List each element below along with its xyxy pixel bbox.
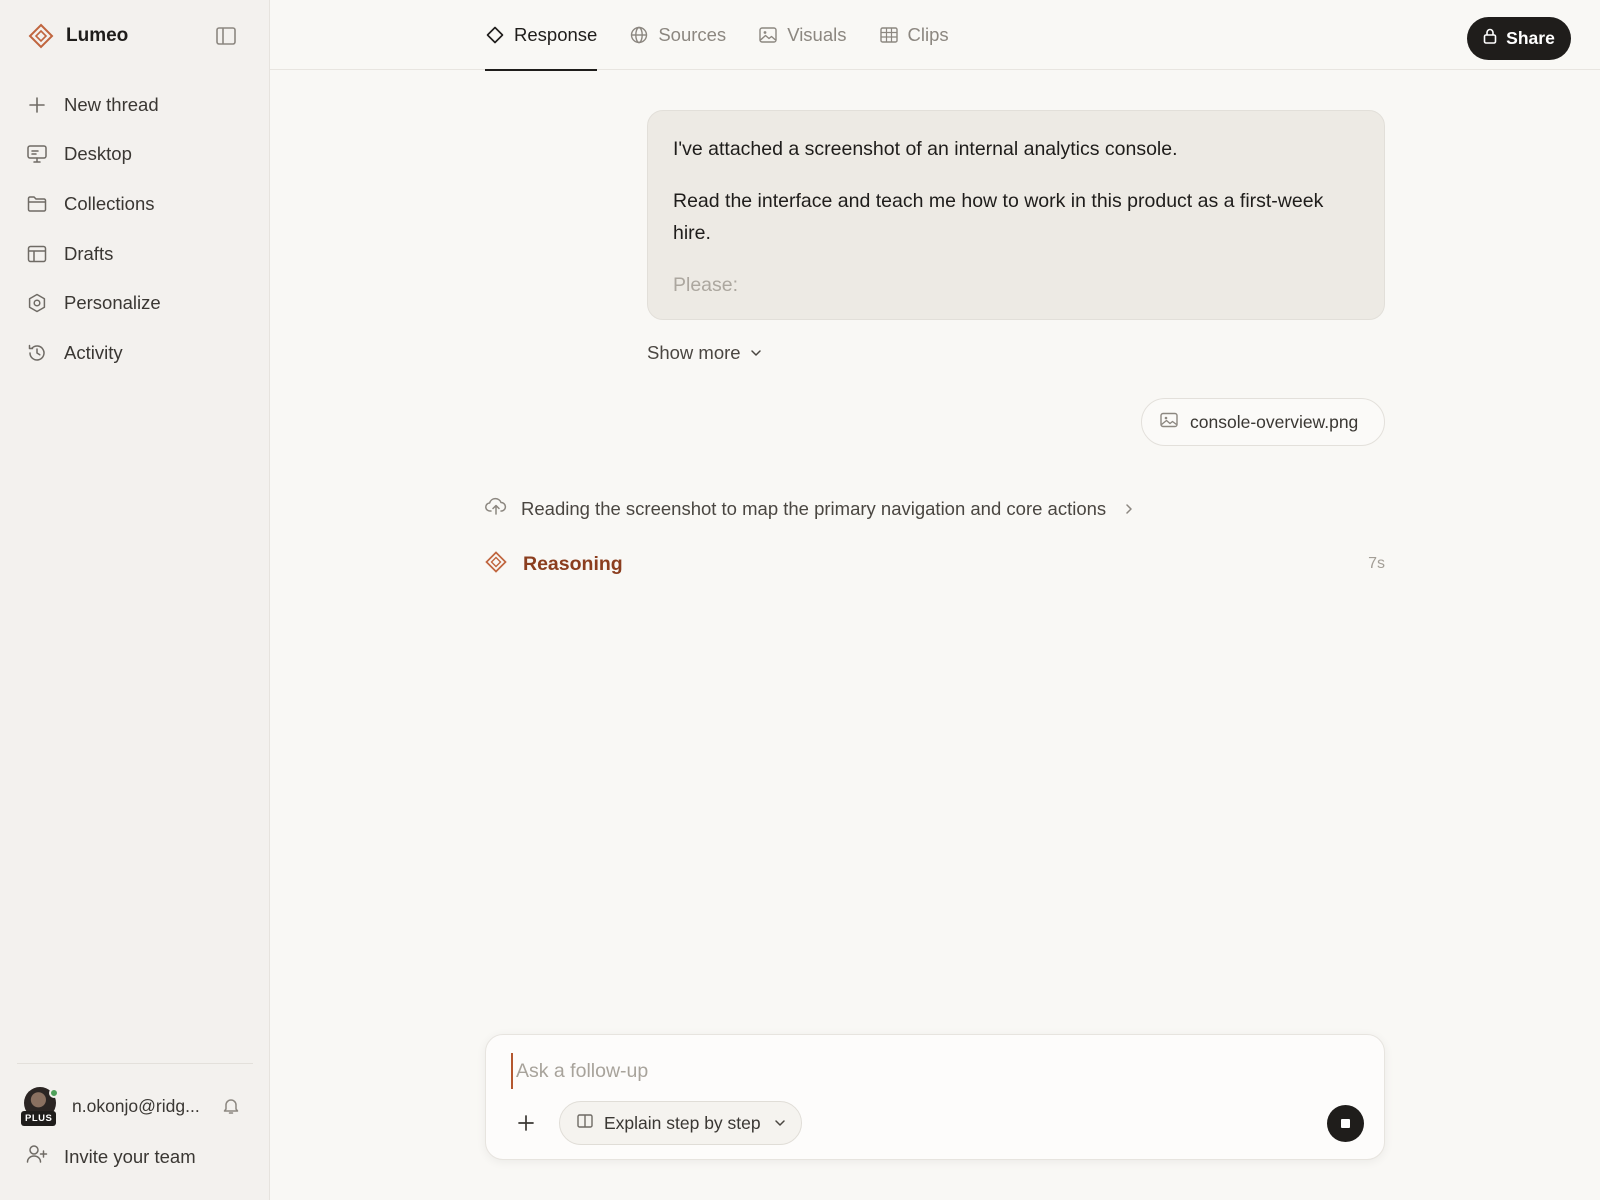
sidebar-item-desktop[interactable]: Desktop bbox=[14, 130, 256, 180]
hexagon-settings-icon bbox=[26, 292, 48, 314]
tab-label: Sources bbox=[658, 24, 727, 45]
image-icon bbox=[758, 25, 778, 45]
brand[interactable]: Lumeo bbox=[28, 22, 128, 50]
share-label: Share bbox=[1506, 28, 1555, 48]
message-paragraph: Read the interface and teach me how to w… bbox=[673, 190, 1324, 244]
add-user-icon bbox=[26, 1144, 48, 1169]
avatar[interactable]: PLUS bbox=[20, 1087, 59, 1126]
follow-up-input[interactable] bbox=[511, 1053, 1331, 1089]
tab-label: Visuals bbox=[787, 24, 847, 45]
tab-label: Response bbox=[514, 24, 598, 45]
sidebar-item-collections[interactable]: Collections bbox=[14, 179, 256, 229]
sidebar-item-new-thread[interactable]: New thread bbox=[14, 80, 256, 130]
history-icon bbox=[26, 342, 48, 364]
brand-name: Lumeo bbox=[66, 25, 129, 46]
diamond-icon bbox=[485, 25, 505, 45]
user-account[interactable]: PLUS n.okonjo@ridg... bbox=[20, 1086, 250, 1126]
chevron-down-icon bbox=[749, 346, 763, 360]
tab-response[interactable]: Response bbox=[485, 0, 598, 71]
plus-icon bbox=[517, 1114, 535, 1137]
book-open-icon bbox=[577, 1113, 593, 1133]
diamond-logo-icon bbox=[485, 550, 507, 578]
folder-icon bbox=[26, 193, 48, 215]
tab-bar: Response Sources Visuals Clips bbox=[485, 0, 981, 71]
sidebar-nav: New thread Desktop Collections Drafts Pe… bbox=[14, 80, 256, 378]
lumeo-logo-icon bbox=[28, 23, 54, 49]
sidebar-item-drafts[interactable]: Drafts bbox=[14, 229, 256, 279]
tab-label: Clips bbox=[907, 24, 949, 45]
monitor-icon bbox=[26, 143, 48, 165]
bell-icon[interactable] bbox=[220, 1095, 242, 1117]
top-bar: Response Sources Visuals Clips Share bbox=[270, 0, 1600, 71]
tab-sources[interactable]: Sources bbox=[629, 0, 726, 70]
mode-selector[interactable]: Explain step by step bbox=[559, 1101, 802, 1145]
sidebar-item-label: Activity bbox=[64, 341, 123, 363]
message-paragraph: Please: bbox=[673, 274, 739, 296]
stop-icon bbox=[1341, 1119, 1350, 1128]
mode-selector-label: Explain step by step bbox=[604, 1112, 761, 1133]
chevron-right-icon bbox=[1124, 502, 1136, 516]
sidebar: Lumeo New thread Desktop Collections Dra… bbox=[0, 0, 270, 1200]
user-email: n.okonjo@ridg... bbox=[72, 1095, 200, 1116]
table-icon bbox=[879, 25, 899, 45]
sidebar-divider bbox=[17, 1063, 253, 1064]
attachment-chip[interactable]: console-overview.png bbox=[1141, 398, 1385, 446]
online-status-dot bbox=[49, 1088, 59, 1098]
message-paragraph: I've attached a screenshot of an interna… bbox=[673, 138, 1178, 160]
add-attachment-button[interactable] bbox=[513, 1112, 539, 1138]
progress-step-text: Reading the screenshot to map the primar… bbox=[521, 497, 1107, 519]
image-file-icon bbox=[1160, 412, 1178, 433]
reasoning-indicator: Reasoning 7s bbox=[485, 549, 1385, 579]
show-more-label: Show more bbox=[647, 342, 741, 363]
sidebar-item-activity[interactable]: Activity bbox=[14, 328, 256, 378]
stop-generation-button[interactable] bbox=[1327, 1105, 1364, 1142]
sidebar-item-personalize[interactable]: Personalize bbox=[14, 278, 256, 328]
share-button[interactable]: Share bbox=[1467, 17, 1571, 60]
composer: Explain step by step bbox=[485, 1034, 1385, 1160]
chevron-down-icon bbox=[773, 1116, 787, 1130]
sidebar-item-label: Desktop bbox=[64, 143, 132, 165]
reasoning-elapsed-time: 7s bbox=[1368, 555, 1385, 572]
plus-icon bbox=[26, 94, 48, 116]
sidebar-item-label: New thread bbox=[64, 93, 159, 115]
sidebar-toggle-icon[interactable] bbox=[214, 24, 238, 48]
plan-badge: PLUS bbox=[21, 1111, 57, 1126]
sidebar-item-label: Drafts bbox=[64, 242, 114, 264]
globe-icon bbox=[629, 25, 649, 45]
sidebar-item-label: Personalize bbox=[64, 292, 161, 314]
user-message-bubble: I've attached a screenshot of an interna… bbox=[647, 110, 1385, 320]
tab-clips[interactable]: Clips bbox=[879, 0, 949, 70]
tab-visuals[interactable]: Visuals bbox=[758, 0, 847, 70]
attachment-filename: console-overview.png bbox=[1190, 411, 1359, 432]
reasoning-label: Reasoning bbox=[523, 552, 623, 575]
sidebar-item-label: Collections bbox=[64, 192, 155, 214]
layout-icon bbox=[26, 243, 48, 265]
invite-team-button[interactable]: Invite your team bbox=[26, 1144, 196, 1169]
lock-icon bbox=[1483, 28, 1497, 49]
invite-team-label: Invite your team bbox=[64, 1145, 196, 1167]
show-more-button[interactable]: Show more bbox=[647, 342, 763, 364]
upload-cloud-icon bbox=[485, 496, 507, 521]
progress-step[interactable]: Reading the screenshot to map the primar… bbox=[485, 496, 1136, 521]
